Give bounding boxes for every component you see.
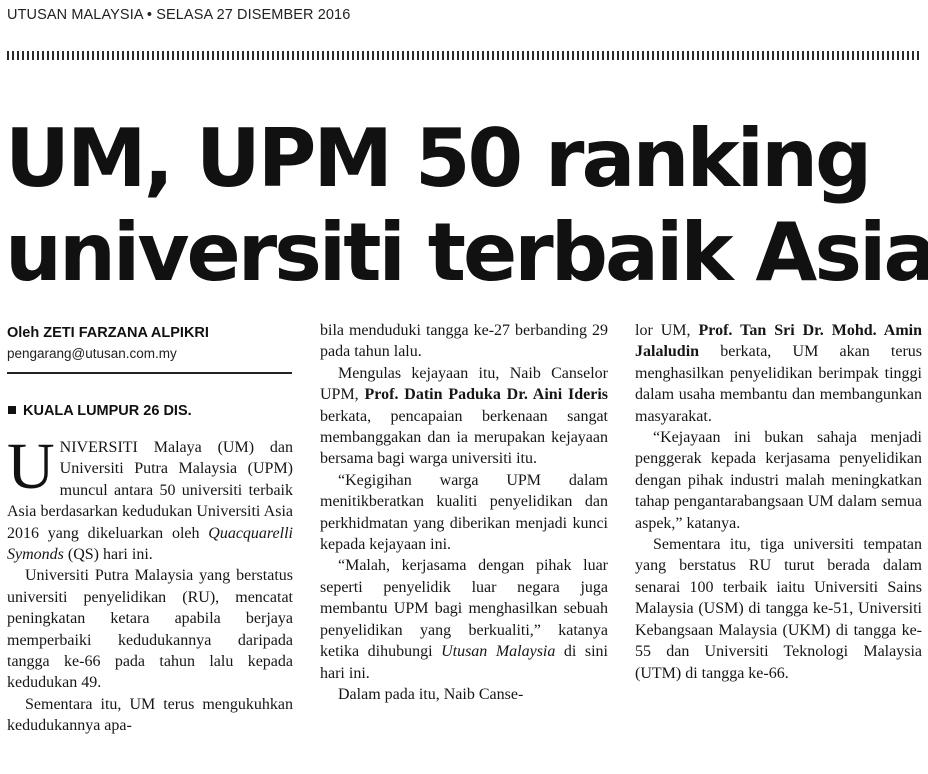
headline: UM, UPM 50 ranking universiti terbaik As… xyxy=(5,112,928,300)
headline-line-2: universiti terbaik Asia xyxy=(5,206,928,299)
paragraph: Sementara itu, tiga universiti tempatan … xyxy=(635,536,922,682)
article-column-2: bila menduduki tangga ke-27 berbanding 2… xyxy=(320,320,608,705)
author-email: pengarang@utusan.com.my xyxy=(7,346,177,361)
dateline-text: KUALA LUMPUR 26 DIS. xyxy=(23,403,192,419)
paragraph: “Malah, kerjasama dengan pihak luar sepe… xyxy=(320,555,608,683)
masthead: UTUSAN MALAYSIA • SELASA 27 DISEMBER 201… xyxy=(7,7,351,23)
paragraph: Sementara itu, UM terus mengukuhkan kedu… xyxy=(7,695,293,735)
pattern-rule xyxy=(7,51,921,60)
headline-line-1: UM, UPM 50 ranking xyxy=(5,112,872,205)
paragraph: lor UM, Prof. Tan Sri Dr. Mohd. Amin Jal… xyxy=(635,320,922,427)
text-run: (QS) hari ini. xyxy=(63,546,153,564)
article-column-1: U NIVERSITI Malaya (UM) dan Universiti Pu… xyxy=(7,430,293,737)
byline: Oleh ZETI FARZANA ALPIKRI xyxy=(7,325,209,341)
dateline: KUALA LUMPUR 26 DIS. xyxy=(8,403,192,419)
square-bullet-icon xyxy=(8,406,16,414)
paragraph: U NIVERSITI Malaya (UM) dan Universiti Pu… xyxy=(7,430,293,565)
paragraph: “Kejayaan ini bukan sahaja menjadi pengg… xyxy=(635,429,922,532)
paragraph: Dalam pada itu, Naib Canse- xyxy=(338,685,524,703)
bold-name: Prof. Datin Paduka Dr. Aini Ideris xyxy=(364,386,608,404)
article-column-3: lor UM, Prof. Tan Sri Dr. Mohd. Amin Jal… xyxy=(635,320,922,684)
paragraph: bila menduduki tangga ke-27 berbanding 2… xyxy=(320,322,608,361)
paragraph: Mengulas kejayaan itu, Naib Canselor UPM… xyxy=(320,363,608,470)
paragraph: “Kegigihan warga UPM dalam menitikberatk… xyxy=(320,471,608,554)
text-run: berkata, pencapaian berkenaan sangat mem… xyxy=(320,407,608,468)
paragraph: Universiti Putra Malaysia yang berstatus… xyxy=(7,567,293,692)
italic-text: Utusan Malaysia xyxy=(441,643,556,661)
byline-divider xyxy=(7,372,292,374)
text-run: lor UM, xyxy=(635,322,699,339)
drop-cap: U xyxy=(7,430,55,503)
